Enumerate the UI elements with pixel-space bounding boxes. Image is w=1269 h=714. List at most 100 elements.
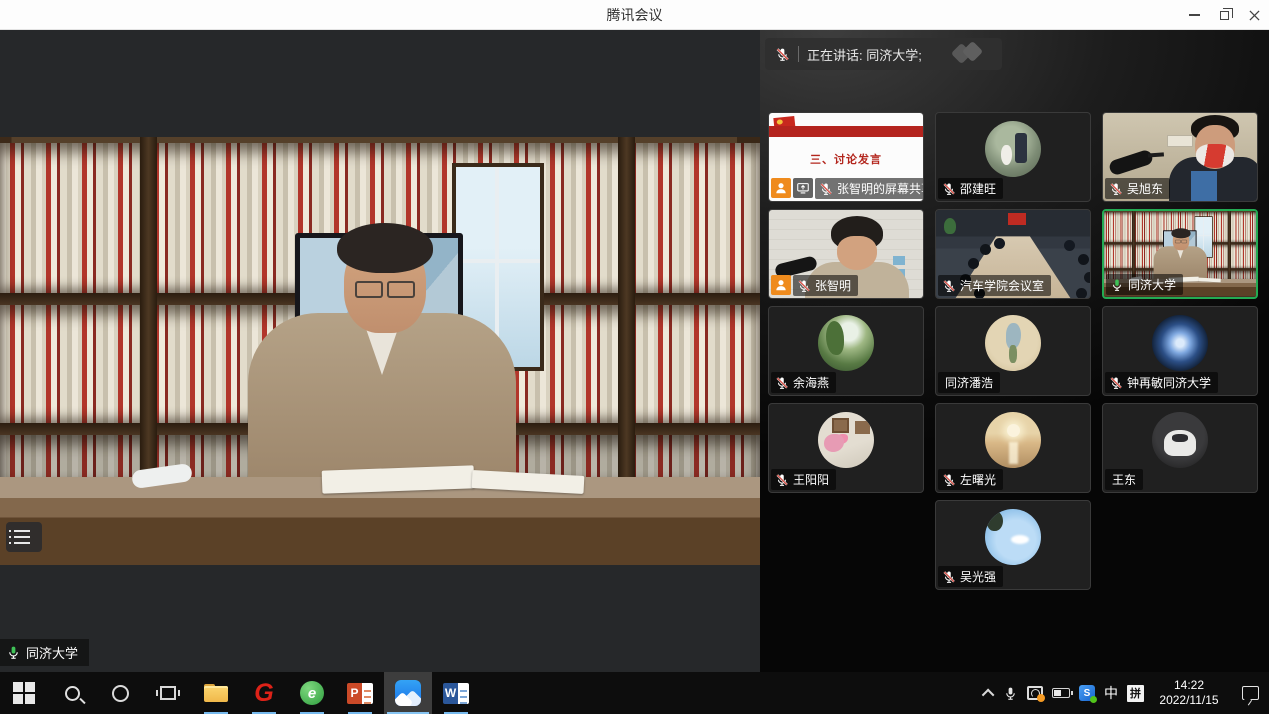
participant-name-label: 同济潘浩 — [938, 372, 1000, 393]
participant-name-label: 吴旭东 — [1105, 178, 1170, 199]
participant-name-label: 钟再敏同济大学 — [1105, 372, 1218, 393]
tile-zhangzhiming[interactable]: 张智明 — [768, 209, 924, 299]
powerpoint-button[interactable]: P — [336, 672, 384, 714]
speaking-banner: 正在讲话: 同济大学; — [765, 38, 1002, 70]
speaking-text: 正在讲话: 同济大学; — [807, 45, 922, 64]
tray-sync-display-button[interactable] — [1027, 686, 1043, 700]
taskbar-apps: G e P W — [0, 672, 480, 714]
battery-icon — [1052, 688, 1070, 698]
tile-wuguangqiang[interactable]: 吴光强 — [935, 500, 1091, 590]
screen-share-badge-icon — [793, 178, 813, 198]
tencent-meeting-icon — [395, 680, 421, 706]
browser-360-button[interactable]: e — [288, 672, 336, 714]
tray-battery-button[interactable] — [1052, 688, 1070, 698]
mic-muted-icon — [775, 47, 790, 62]
language-indicator[interactable]: 中 — [1104, 683, 1118, 703]
windows-logo-icon — [13, 682, 35, 704]
tile-zhongzaimin[interactable]: 钟再敏同济大学 — [1102, 306, 1258, 396]
g-browser-icon: G — [254, 681, 273, 706]
layout-list-button[interactable] — [6, 522, 42, 552]
participant-name-label: 邵建旺 — [938, 178, 1003, 199]
banner-divider — [798, 46, 799, 62]
participant-name-label: 张智明的屏幕共享 — [815, 178, 924, 199]
user-badge-icon — [771, 275, 791, 295]
tile-screenshare-zhangzhiming[interactable]: 三、讨论发言 张智明的屏幕共享 — [768, 112, 924, 202]
word-button[interactable]: W — [432, 672, 480, 714]
avatar — [985, 509, 1041, 565]
tencent-meeting-button[interactable] — [384, 672, 432, 714]
main-video-feed — [0, 137, 760, 565]
tencent-meeting-window: 腾讯会议 同济大学 正在讲话: 同济大学; — [0, 0, 1269, 714]
avatar — [1152, 412, 1208, 468]
participant-name-label: 王东 — [1105, 469, 1143, 490]
g-browser-button[interactable]: G — [240, 672, 288, 714]
tile-wangdong[interactable]: 王东 — [1102, 403, 1258, 493]
mic-muted-icon — [775, 376, 789, 390]
participant-name-label: 汽车学院会议室 — [938, 275, 1051, 296]
mic-muted-icon — [942, 473, 956, 487]
tile-tongji-university[interactable]: 同济大学 — [1102, 209, 1258, 299]
taskbar-clock[interactable]: 14:22 2022/11/15 — [1153, 678, 1225, 708]
participant-name-label: 王阳阳 — [771, 469, 836, 490]
windows-taskbar: G e P W S 中 拼 14:22 2022/11/15 — [0, 672, 1269, 714]
mic-active-icon — [6, 645, 21, 660]
mic-muted-icon — [797, 279, 811, 293]
search-button[interactable] — [48, 672, 96, 714]
avatar — [818, 412, 874, 468]
close-button[interactable] — [1239, 0, 1269, 30]
participants-panel: 正在讲话: 同济大学; 三、讨论发言 张智明的屏幕共享 — [760, 30, 1269, 672]
participant-name-label: 余海燕 — [771, 372, 836, 393]
file-explorer-icon — [204, 684, 228, 702]
tile-wangyangyang[interactable]: 王阳阳 — [768, 403, 924, 493]
participant-name-label: 同济大学 — [1106, 274, 1183, 295]
tile-wuxudong[interactable]: 吴旭东 — [1102, 112, 1258, 202]
mic-active-icon — [1110, 278, 1124, 292]
action-center-icon — [1242, 686, 1259, 700]
mic-muted-icon — [942, 182, 956, 196]
word-icon: W — [443, 683, 469, 704]
tile-yuhaiyan[interactable]: 余海燕 — [768, 306, 924, 396]
powerpoint-icon: P — [347, 683, 373, 704]
sogou-input-icon: S — [1079, 685, 1095, 701]
mic-muted-icon — [775, 473, 789, 487]
microphone-icon — [1003, 686, 1018, 701]
cortana-button[interactable] — [96, 672, 144, 714]
avatar — [985, 412, 1041, 468]
clock-date: 2022/11/15 — [1153, 693, 1225, 708]
avatar — [818, 315, 874, 371]
start-button[interactable] — [0, 672, 48, 714]
participant-name-label: 张智明 — [793, 275, 858, 296]
minimize-button[interactable] — [1179, 0, 1209, 30]
mic-muted-icon — [942, 570, 956, 584]
tray-microphone-button[interactable] — [1003, 686, 1018, 701]
tile-zuoshuguang[interactable]: 左曙光 — [935, 403, 1091, 493]
file-explorer-button[interactable] — [192, 672, 240, 714]
task-view-button[interactable] — [144, 672, 192, 714]
slide-title: 三、讨论发言 — [769, 151, 923, 167]
participant-name-label: 左曙光 — [938, 469, 1003, 490]
tile-tongjipanhao[interactable]: 同济潘浩 — [935, 306, 1091, 396]
main-video-stage[interactable]: 同济大学 — [0, 30, 760, 672]
tray-expand-button[interactable] — [985, 689, 994, 698]
mic-muted-icon — [942, 279, 956, 293]
tile-shaojianwang[interactable]: 邵建旺 — [935, 112, 1091, 202]
cortana-icon — [112, 685, 129, 702]
participant-name-label: 吴光强 — [938, 566, 1003, 587]
meeting-logo-watermark-icon — [948, 43, 994, 65]
tile-meeting-room[interactable]: 汽车学院会议室 — [935, 209, 1091, 299]
user-badge-icon — [771, 178, 791, 198]
mic-muted-icon — [819, 182, 833, 196]
ime-pinyin-badge[interactable]: 拼 — [1127, 685, 1144, 702]
chevron-up-icon — [982, 688, 995, 701]
action-center-button[interactable] — [1234, 686, 1259, 700]
mic-muted-icon — [1109, 182, 1123, 196]
avatar — [1152, 315, 1208, 371]
sync-display-icon — [1027, 686, 1043, 700]
restore-button[interactable] — [1209, 0, 1239, 30]
tray-sogou-input-button[interactable]: S — [1079, 685, 1095, 701]
avatar — [985, 121, 1041, 177]
title-bar: 腾讯会议 — [0, 0, 1269, 30]
avatar — [985, 315, 1041, 371]
mic-muted-icon — [1109, 376, 1123, 390]
main-speaker-label: 同济大学 — [0, 639, 89, 666]
